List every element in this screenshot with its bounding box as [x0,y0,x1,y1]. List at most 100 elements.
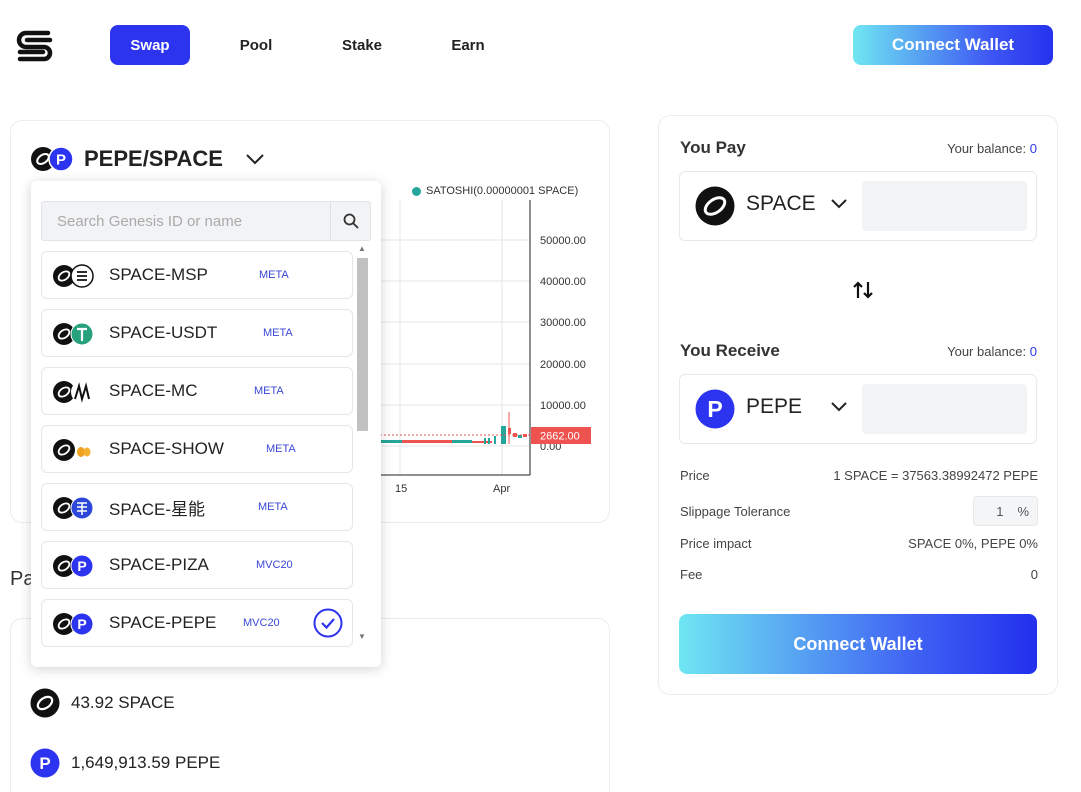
info-value: SPACE 0%, PEPE 0% [908,536,1038,551]
token-type: MVC20 [243,617,280,629]
receive-token-box: P PEPE [679,374,1037,444]
receive-amount-input[interactable] [862,384,1027,434]
list-item[interactable]: SPACE-USDT META [41,309,353,357]
search-box [41,201,371,241]
token-type: META [259,269,289,281]
receive-title: You Receive [680,341,780,360]
candle [380,440,402,443]
pay-balance: Your balance: 0 [947,141,1037,156]
pay-amount-input[interactable] [862,181,1027,231]
show-icon [53,439,91,461]
pay-token-symbol[interactable]: SPACE [746,192,816,216]
header-connect-wallet-button[interactable]: Connect Wallet [853,25,1053,65]
connect-wallet-button[interactable]: Connect Wallet [679,614,1037,674]
pair-dropdown: SPACE-MSP META SPACE-USDT META [31,181,381,667]
nav-earn[interactable]: Earn [428,25,508,65]
piza-icon: P [53,554,94,578]
search-icon [343,213,358,229]
mc-icon [53,381,93,403]
info-value: 0 [1030,567,1038,582]
token-name: SPACE-SHOW [109,439,224,458]
swap-direction-icon[interactable] [852,280,874,300]
msp-icon [53,264,94,288]
info-label: Price impact [680,536,752,551]
scroll-down-icon[interactable]: ▼ [358,633,366,641]
asset-amount: 1,649,913.59 PEPE [71,753,221,772]
nav-pool[interactable]: Pool [216,25,296,65]
x-tick: 15 [395,483,407,495]
usdt-icon [53,322,94,346]
price-impact-row: Price impact SPACE 0%, PEPE 0% [680,536,1038,551]
token-list: SPACE-MSP META SPACE-USDT META SPACE-MC … [41,251,353,657]
receive-balance: Your balance: 0 [947,344,1037,359]
candle [494,436,496,444]
list-item[interactable]: SPACE-MC META [41,367,353,415]
token-name: SPACE-PEPE [109,613,217,632]
x-ticks: 15 Apr [395,483,510,495]
legend-label: SATOSHI(0.00000001 SPACE) [426,185,579,197]
token-name: SPACE-PIZA [109,555,209,574]
svg-text:P: P [77,558,86,574]
legend-dot [412,186,421,196]
s-logo-icon[interactable] [14,26,56,64]
svg-text:P: P [707,396,722,422]
chart-legend: SATOSHI(0.00000001 SPACE) [412,185,578,197]
main-nav: Swap Pool Stake Earn [110,25,534,65]
asset-row-space: 43.92 SPACE [30,688,175,718]
search-button[interactable] [330,202,370,240]
token-type: META [258,501,288,513]
candle [488,438,490,444]
space-icon [695,186,735,226]
balance-value: 0 [1029,344,1037,359]
candle [484,438,486,444]
space-icon [30,688,60,718]
y-tick: 20000.00 [540,359,586,371]
info-label: Slippage Tolerance [680,503,791,519]
scrollbar-thumb[interactable] [357,258,368,431]
candle [508,428,511,434]
price-chart: 50000.00 40000.00 30000.00 20000.00 1000… [360,200,591,495]
balance-label: Your balance: [947,344,1027,359]
check-circle-icon [313,608,343,638]
y-tick: 10000.00 [540,400,586,412]
pay-title: You Pay [680,138,746,157]
balance-label: Your balance: [947,141,1027,156]
list-item[interactable]: P SPACE-PIZA MVC20 [41,541,353,589]
pair-selector[interactable]: P PEPE/SPACE [30,146,265,172]
receive-token-symbol[interactable]: PEPE [746,395,802,419]
chevron-down-icon[interactable] [245,153,265,165]
token-name: SPACE-USDT [109,323,218,342]
token-type: META [263,327,293,339]
info-label: Fee [680,567,703,582]
y-ticks: 50000.00 40000.00 30000.00 20000.00 1000… [540,235,586,453]
swap-page: Swap Pool Stake Earn Connect Wallet P PE… [0,0,1081,792]
nav-stake[interactable]: Stake [322,25,402,65]
token-name: SPACE-MC [109,381,198,400]
asset-row-pepe: P 1,649,913.59 PEPE [30,748,220,778]
svg-text:P: P [56,152,66,169]
slippage-input[interactable] [983,503,1004,519]
xingneng-icon [53,496,94,520]
pair-icons: P [31,146,74,172]
chevron-down-icon[interactable] [830,198,848,209]
scroll-up-icon[interactable]: ▲ [358,245,366,253]
chevron-down-icon[interactable] [830,401,848,412]
balance-value: 0 [1029,141,1037,156]
y-tick: 40000.00 [540,276,586,288]
svg-text:P: P [39,754,50,773]
token-type: MVC20 [256,559,293,571]
candle [452,440,472,443]
info-value: 1 SPACE = 37563.38992472 PEPE [833,468,1038,483]
slippage-box[interactable]: % [973,496,1038,526]
candles [380,412,527,444]
asset-amount: 43.92 SPACE [71,693,175,712]
slippage-unit: % [1017,503,1029,519]
list-item[interactable]: SPACE-MSP META [41,251,353,299]
search-input[interactable] [42,202,330,240]
nav-swap[interactable]: Swap [110,25,190,65]
list-item[interactable]: SPACE-SHOW META [41,425,353,473]
pepe-icon: P [695,389,735,429]
list-item[interactable]: SPACE-星能 META [41,483,353,531]
token-type: META [254,385,284,397]
list-item[interactable]: P SPACE-PEPE MVC20 [41,599,353,647]
